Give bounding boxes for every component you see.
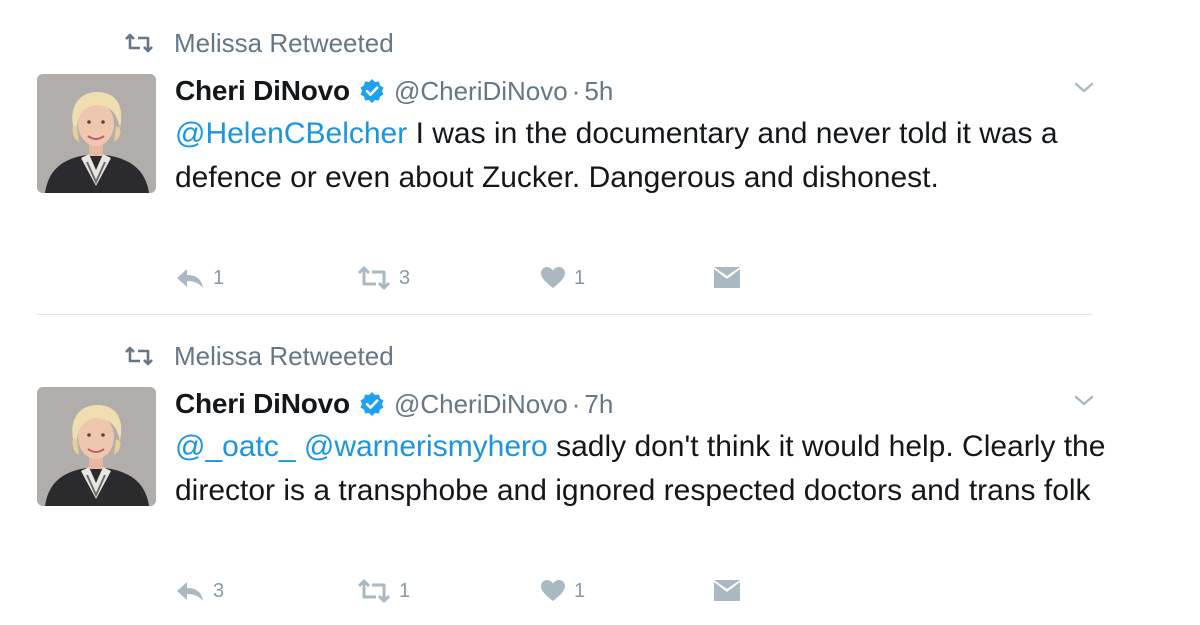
verified-badge-icon bbox=[359, 78, 385, 104]
like-button[interactable]: 1 bbox=[540, 576, 585, 606]
mention-link[interactable]: @HelenCBelcher bbox=[175, 117, 407, 150]
reply-icon bbox=[175, 266, 205, 290]
reply-button[interactable]: 3 bbox=[175, 576, 224, 606]
separator-dot: · bbox=[571, 388, 581, 419]
direct-message-icon bbox=[714, 580, 740, 602]
reply-count: 3 bbox=[213, 579, 225, 602]
tweet-card[interactable]: Melissa Retweeted Cheri DiNovo @CheriDiN… bbox=[0, 0, 1200, 312]
retweet-button[interactable]: 1 bbox=[357, 576, 410, 606]
separator-dot: · bbox=[571, 75, 581, 106]
reply-button[interactable]: 1 bbox=[175, 263, 224, 293]
author-name[interactable]: Cheri DiNovo bbox=[175, 75, 350, 107]
mention-link[interactable]: @_oatc_ bbox=[175, 430, 296, 463]
tweet-actions: 3 1 1 bbox=[0, 576, 1200, 606]
retweet-context: Melissa Retweeted bbox=[124, 26, 394, 60]
retweet-count: 3 bbox=[399, 266, 411, 289]
like-icon bbox=[540, 579, 566, 603]
reply-count: 1 bbox=[213, 266, 225, 289]
author-handle[interactable]: @CheriDiNovo bbox=[394, 389, 568, 420]
direct-message-button[interactable] bbox=[714, 263, 740, 293]
retweet-count: 1 bbox=[399, 579, 411, 602]
author-name[interactable]: Cheri DiNovo bbox=[175, 388, 350, 420]
like-count: 1 bbox=[574, 579, 586, 602]
avatar[interactable] bbox=[37, 74, 156, 193]
chevron-down-icon[interactable] bbox=[1071, 80, 1097, 96]
reply-icon bbox=[175, 579, 205, 603]
tweet-text: @_oatc_ @warnerismyhero sadly don't thin… bbox=[175, 425, 1135, 513]
like-icon bbox=[540, 266, 566, 290]
tweet-header: Cheri DiNovo @CheriDiNovo · 5h bbox=[175, 71, 613, 111]
avatar[interactable] bbox=[37, 387, 156, 506]
retweeted-by-label[interactable]: Melissa Retweeted bbox=[174, 341, 394, 372]
direct-message-icon bbox=[714, 267, 740, 289]
retweeted-by-label[interactable]: Melissa Retweeted bbox=[174, 28, 394, 59]
retweet-icon bbox=[357, 266, 391, 290]
direct-message-button[interactable] bbox=[714, 576, 740, 606]
tweet-header: Cheri DiNovo @CheriDiNovo · 7h bbox=[175, 384, 613, 424]
like-count: 1 bbox=[574, 266, 586, 289]
chevron-down-icon[interactable] bbox=[1071, 393, 1097, 409]
timestamp[interactable]: 5h bbox=[584, 76, 613, 107]
retweet-icon bbox=[124, 33, 154, 53]
timestamp[interactable]: 7h bbox=[584, 389, 613, 420]
tweet-card[interactable]: Melissa Retweeted Cheri DiNovo @CheriDiN… bbox=[0, 313, 1200, 625]
retweet-icon bbox=[357, 579, 391, 603]
tweet-text: @HelenCBelcher I was in the documentary … bbox=[175, 112, 1135, 200]
retweet-button[interactable]: 3 bbox=[357, 263, 410, 293]
retweet-icon bbox=[124, 346, 154, 366]
verified-badge-icon bbox=[359, 391, 385, 417]
mention-link[interactable]: @warnerismyhero bbox=[304, 430, 548, 463]
author-handle[interactable]: @CheriDiNovo bbox=[394, 76, 568, 107]
retweet-context: Melissa Retweeted bbox=[124, 339, 394, 373]
tweet-actions: 1 3 1 bbox=[0, 263, 1200, 293]
like-button[interactable]: 1 bbox=[540, 263, 585, 293]
